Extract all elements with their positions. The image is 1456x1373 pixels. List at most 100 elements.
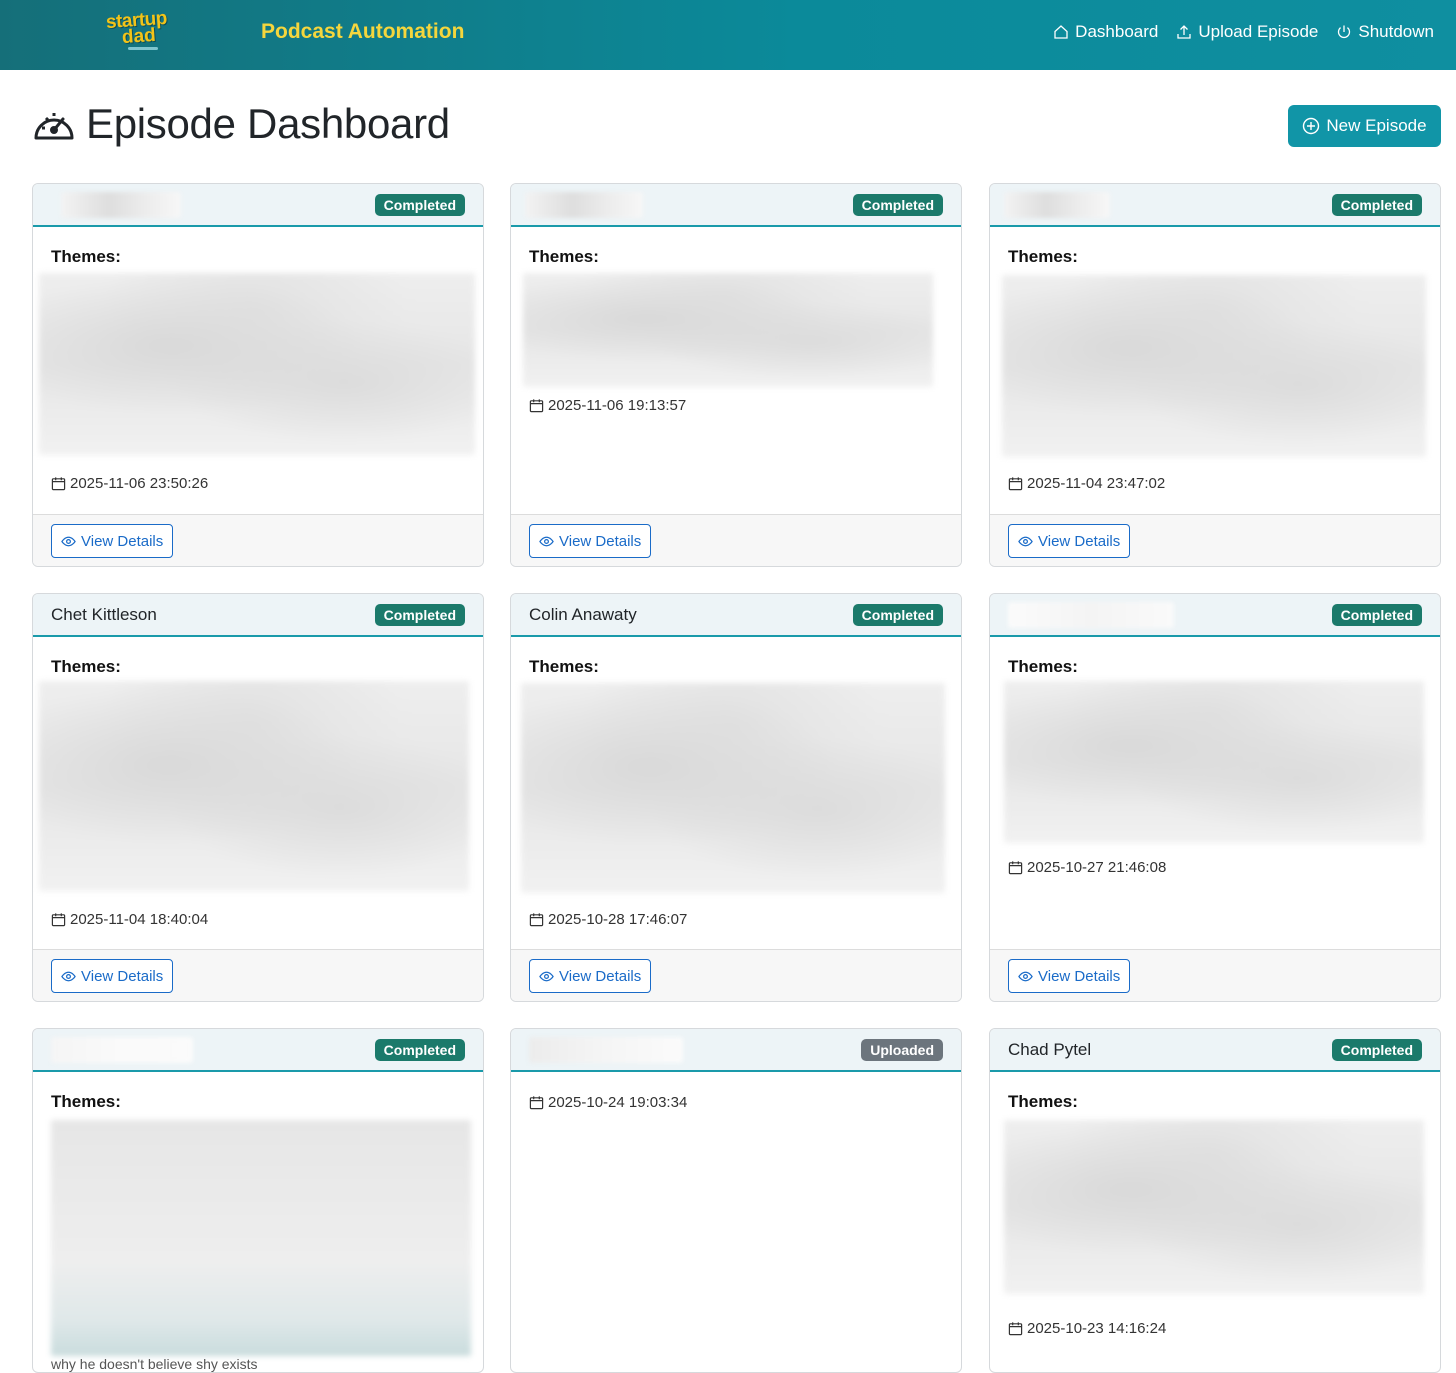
date-text: 2025-11-04 23:47:02 xyxy=(1027,475,1166,492)
episode-card: Completed Themes: 2025-11-06 23:50:26 Vi… xyxy=(32,183,484,567)
page-title: Episode Dashboard xyxy=(86,100,450,147)
card-header: Completed xyxy=(990,184,1440,227)
house-icon xyxy=(1054,25,1068,39)
redacted-themes xyxy=(39,681,469,891)
calendar-icon xyxy=(51,477,66,491)
episode-card: Completed Themes: 2025-11-06 19:13:57 Vi… xyxy=(510,183,962,567)
calendar-icon xyxy=(1008,861,1023,875)
guest-name: Chad Pytel xyxy=(1008,1040,1092,1059)
view-details-label: View Details xyxy=(1038,967,1121,985)
view-details-button[interactable]: View Details xyxy=(529,959,652,993)
episode-card: Completed Themes: why he doesn't believe… xyxy=(32,1028,484,1373)
eye-icon xyxy=(61,971,76,981)
view-details-label: View Details xyxy=(81,532,164,550)
date-text: 2025-11-04 18:40:04 xyxy=(70,911,209,928)
view-details-label: View Details xyxy=(559,967,642,985)
date-text: 2025-10-28 17:46:07 xyxy=(548,911,688,928)
episode-date: 2025-10-28 17:46:07 xyxy=(529,911,687,928)
episode-card: Chet Kittleson Completed Themes: 2025-11… xyxy=(32,593,484,1002)
view-details-button[interactable]: View Details xyxy=(51,959,174,993)
card-header: Uploaded xyxy=(511,1029,961,1072)
status-badge: Completed xyxy=(374,604,465,626)
themes-label: Themes: xyxy=(51,657,121,676)
eye-icon xyxy=(539,536,554,546)
card-body: Themes: 2025-11-06 23:50:26 xyxy=(33,227,483,514)
guest-name: Colin Anawaty xyxy=(529,605,637,624)
episode-card: Colin Anawaty Completed Themes: 2025-10-… xyxy=(510,593,962,1002)
themes-label: Themes: xyxy=(1008,657,1078,676)
episode-date: 2025-10-23 14:16:24 xyxy=(1008,1320,1166,1337)
card-body: Themes: 2025-10-28 17:46:07 xyxy=(511,637,961,949)
view-details-button[interactable]: View Details xyxy=(1008,524,1131,558)
redacted-name xyxy=(1008,602,1174,628)
view-details-label: View Details xyxy=(559,532,642,550)
card-header: Completed xyxy=(33,184,483,227)
redacted-themes xyxy=(521,683,945,893)
plus-circle-icon xyxy=(1303,117,1320,135)
episode-card: Completed Themes: 2025-10-27 21:46:08 Vi… xyxy=(989,593,1441,1002)
card-header: Colin Anawaty Completed xyxy=(511,594,961,637)
themes-label: Themes: xyxy=(529,247,599,266)
calendar-icon xyxy=(529,399,544,413)
card-body: Themes: 2025-11-06 19:13:57 xyxy=(511,227,961,514)
redacted-themes xyxy=(1004,681,1424,843)
episode-date: 2025-10-27 21:46:08 xyxy=(1008,859,1166,876)
view-details-button[interactable]: View Details xyxy=(1008,959,1131,993)
new-episode-button[interactable]: New Episode xyxy=(1288,105,1441,147)
calendar-icon xyxy=(529,913,544,927)
themes-label: Themes: xyxy=(51,247,121,266)
view-details-button[interactable]: View Details xyxy=(529,524,652,558)
page-header: Episode Dashboard xyxy=(32,100,450,148)
episode-date: 2025-11-06 19:13:57 xyxy=(529,397,686,414)
card-footer: View Details xyxy=(33,514,483,566)
date-text: 2025-11-06 19:13:57 xyxy=(548,397,687,414)
redacted-name xyxy=(51,1037,193,1063)
calendar-icon xyxy=(529,1096,544,1110)
episode-card: Completed Themes: 2025-11-04 23:47:02 Vi… xyxy=(989,183,1441,567)
nav-shutdown-link[interactable]: Shutdown xyxy=(1336,22,1434,42)
card-body: Themes: why he doesn't believe shy exist… xyxy=(33,1072,483,1372)
status-badge: Completed xyxy=(374,1039,465,1061)
date-text: 2025-10-23 14:16:24 xyxy=(1027,1320,1167,1337)
redacted-themes xyxy=(523,273,933,387)
date-text: 2025-11-06 23:50:26 xyxy=(70,475,209,492)
nav-upload-episode-link[interactable]: Upload Episode xyxy=(1176,22,1318,42)
themes-label: Themes: xyxy=(1008,1092,1078,1111)
calendar-icon xyxy=(1008,477,1023,491)
card-footer: View Details xyxy=(990,949,1440,1001)
nav-upload-label: Upload Episode xyxy=(1198,22,1319,41)
redacted-name xyxy=(529,1037,683,1063)
redacted-name xyxy=(525,192,643,218)
card-footer: View Details xyxy=(33,949,483,1001)
calendar-icon xyxy=(51,913,66,927)
power-icon xyxy=(1338,25,1351,39)
redacted-name xyxy=(1004,192,1110,218)
date-text: 2025-10-27 21:46:08 xyxy=(1027,859,1167,876)
nav-shutdown-label: Shutdown xyxy=(1358,22,1434,41)
nav-links: Dashboard Upload Episode Shutdown xyxy=(1053,22,1434,42)
upload-icon xyxy=(1177,25,1191,39)
redacted-themes xyxy=(39,273,475,455)
brand-title[interactable]: Podcast Automation xyxy=(261,20,464,44)
card-body: Themes: 2025-10-27 21:46:08 xyxy=(990,637,1440,949)
status-badge: Completed xyxy=(374,194,465,216)
redacted-name xyxy=(61,192,181,218)
card-body: Themes: 2025-11-04 23:47:02 xyxy=(990,227,1440,514)
view-details-label: View Details xyxy=(1038,532,1121,550)
card-footer: View Details xyxy=(990,514,1440,566)
nav-dashboard-link[interactable]: Dashboard xyxy=(1053,22,1158,42)
episode-card: Chad Pytel Completed Themes: 2025-10-23 … xyxy=(989,1028,1441,1373)
card-header: Chet Kittleson Completed xyxy=(33,594,483,637)
startup-dad-logo[interactable]: startup dad xyxy=(100,8,182,54)
card-body: Themes: 2025-10-23 14:16:24 xyxy=(990,1072,1440,1372)
view-details-label: View Details xyxy=(81,967,164,985)
logo-text-bottom: dad xyxy=(121,24,157,49)
themes-label: Themes: xyxy=(51,1092,121,1111)
episode-date: 2025-11-06 23:50:26 xyxy=(51,475,208,492)
card-header: Completed xyxy=(990,594,1440,637)
status-badge: Completed xyxy=(852,194,943,216)
eye-icon xyxy=(61,536,76,546)
status-badge: Completed xyxy=(1331,604,1422,626)
view-details-button[interactable]: View Details xyxy=(51,524,174,558)
episode-card: Uploaded 2025-10-24 19:03:34 xyxy=(510,1028,962,1373)
